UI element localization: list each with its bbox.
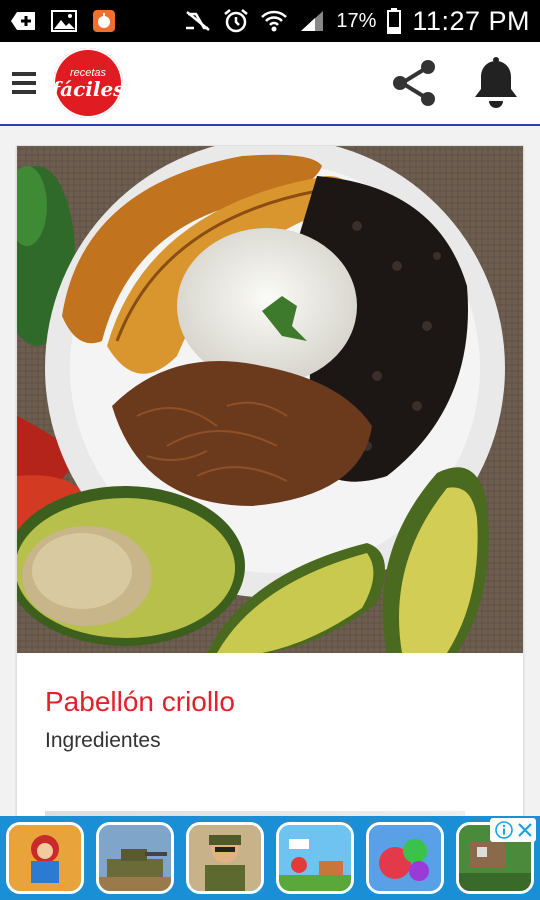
image-icon xyxy=(50,8,78,34)
status-bar: 17% 11:27 PM xyxy=(0,0,540,42)
recipe-image[interactable] xyxy=(17,146,523,653)
nfc-muted-icon xyxy=(184,8,212,34)
notification-app-icon xyxy=(90,8,118,34)
wifi-icon xyxy=(260,8,288,34)
app-logo[interactable]: recetas fáciles xyxy=(48,43,128,123)
bell-icon xyxy=(475,57,517,108)
signal-icon xyxy=(298,8,326,34)
status-time: 11:27 PM xyxy=(412,5,530,36)
ad-banner[interactable] xyxy=(0,816,540,900)
battery-icon xyxy=(386,8,402,34)
share-icon xyxy=(393,60,435,106)
battery-percent: 17% xyxy=(336,9,377,32)
tank-game-icon[interactable] xyxy=(96,822,174,894)
soldier-game-icon[interactable] xyxy=(186,822,264,894)
menu-icon xyxy=(12,72,36,94)
share-button[interactable] xyxy=(388,57,440,109)
ad-choices[interactable] xyxy=(490,818,536,842)
recipe-title[interactable]: Pabellón criollo xyxy=(45,686,235,718)
logo-badge: recetas fáciles xyxy=(51,48,125,118)
close-icon[interactable] xyxy=(516,821,534,839)
add-icon xyxy=(10,8,38,34)
platform-game-icon[interactable] xyxy=(276,822,354,894)
subway-runner-icon[interactable] xyxy=(6,822,84,894)
info-icon[interactable] xyxy=(495,821,513,839)
recipe-card[interactable]: Pabellón criollo Ingredientes xyxy=(16,145,524,825)
alarm-icon xyxy=(222,8,250,34)
logo-main-text: fáciles xyxy=(51,77,125,101)
recipe-subtitle: Ingredientes xyxy=(45,729,161,752)
app-bar: recetas fáciles xyxy=(0,42,540,126)
candy-game-icon[interactable] xyxy=(366,822,444,894)
menu-button[interactable] xyxy=(0,41,48,125)
notifications-button[interactable] xyxy=(470,57,522,109)
